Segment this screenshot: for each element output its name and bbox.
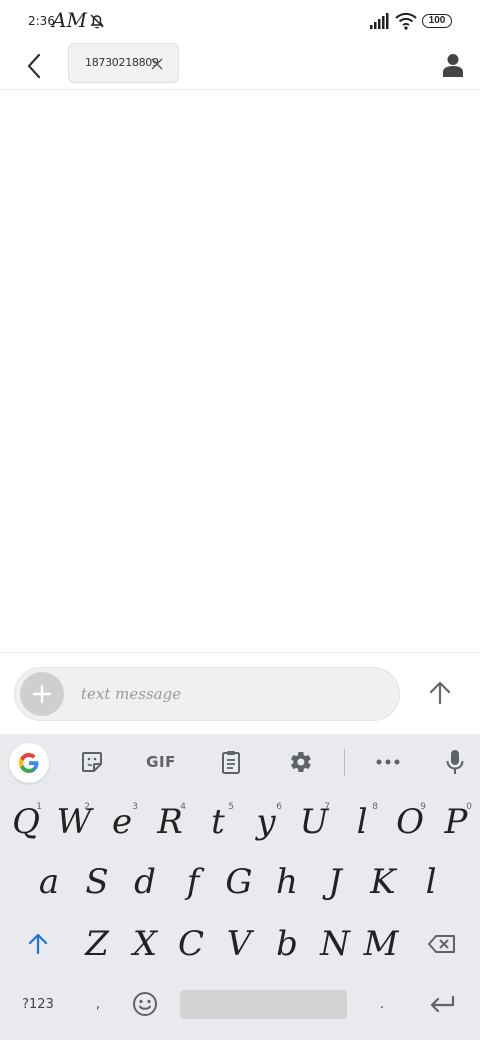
shift-arrow-icon — [28, 933, 48, 955]
key-x[interactable]: X — [122, 916, 168, 972]
google-button[interactable] — [9, 743, 49, 783]
clipboard-button[interactable] — [211, 744, 251, 780]
key-hint: 0 — [466, 802, 472, 812]
key-w[interactable]: W2 — [52, 794, 96, 850]
key-k[interactable]: K — [360, 854, 406, 910]
plus-icon — [32, 684, 52, 704]
key-o[interactable]: O9 — [388, 794, 432, 850]
status-time: 2:36 — [28, 14, 55, 28]
enter-key[interactable] — [420, 982, 464, 1026]
key-label: l — [356, 802, 368, 842]
key-hint: 6 — [276, 802, 282, 812]
key-p[interactable]: P0 — [434, 794, 478, 850]
key-y[interactable]: y6 — [244, 794, 288, 850]
key-n[interactable]: N — [312, 916, 358, 972]
keyboard-toolbar: GIF — [0, 734, 480, 790]
arrow-up-icon — [429, 681, 451, 705]
key-e[interactable]: e3 — [100, 794, 144, 850]
key-j[interactable]: J — [312, 854, 358, 910]
key-m[interactable]: M — [358, 916, 404, 972]
remove-recipient-button[interactable] — [147, 54, 167, 74]
key-s[interactable]: S — [74, 854, 120, 910]
sticker-icon — [82, 752, 102, 772]
message-input[interactable] — [81, 681, 381, 707]
message-input-container — [14, 667, 400, 721]
key-l[interactable]: l — [408, 854, 454, 910]
close-icon — [151, 58, 163, 70]
enter-icon — [430, 995, 455, 1013]
key-hint: 2 — [84, 802, 90, 812]
emoji-key[interactable] — [124, 982, 166, 1026]
sticker-button[interactable] — [72, 744, 112, 780]
key-u[interactable]: U7 — [292, 794, 336, 850]
microphone-icon — [446, 750, 464, 774]
key-label: t — [211, 802, 225, 842]
toolbar-divider — [344, 749, 345, 776]
emoji-icon — [133, 992, 157, 1016]
keyboard: GIF Q 1 W 2 e 3 R 4 t 5 y 6 U 7 l 8 O 9 … — [0, 734, 480, 1040]
person-icon — [443, 54, 463, 77]
key-q[interactable]: Q1 — [4, 794, 48, 850]
google-g-icon — [19, 753, 39, 773]
status-ampm: AM — [52, 8, 87, 32]
key-g[interactable]: G — [216, 854, 262, 910]
battery-indicator: 100 — [422, 14, 452, 28]
more-button[interactable] — [368, 744, 408, 780]
key-z[interactable]: Z — [74, 916, 120, 972]
more-horizontal-icon — [376, 759, 400, 765]
key-label: y — [256, 802, 276, 842]
contact-button[interactable] — [438, 48, 468, 82]
key-hint: 3 — [132, 802, 138, 812]
key-c[interactable]: C — [168, 916, 214, 972]
key-r[interactable]: R4 — [148, 794, 192, 850]
backspace-key[interactable] — [418, 916, 466, 972]
settings-button[interactable] — [281, 744, 321, 780]
notifications-off-icon — [90, 14, 104, 29]
recipient-chip[interactable]: 18730218809 — [68, 43, 179, 83]
shift-key[interactable] — [14, 916, 62, 972]
comma-key[interactable]: , — [78, 982, 118, 1026]
key-hint: 8 — [372, 802, 378, 812]
chevron-left-icon — [27, 53, 41, 79]
key-hint: 5 — [228, 802, 234, 812]
key-d[interactable]: d — [122, 854, 168, 910]
key-hint: 4 — [180, 802, 186, 812]
key-i[interactable]: l8 — [340, 794, 384, 850]
key-f[interactable]: f — [170, 854, 216, 910]
message-list — [0, 91, 480, 652]
gear-icon — [291, 752, 311, 772]
key-label: e — [111, 802, 133, 842]
key-b[interactable]: b — [264, 916, 310, 972]
voice-input-button[interactable] — [435, 744, 475, 780]
attach-button[interactable] — [20, 672, 64, 716]
signal-icon — [370, 13, 389, 29]
key-t[interactable]: t5 — [196, 794, 240, 850]
key-label: P — [444, 802, 468, 842]
gif-label: GIF — [146, 753, 176, 771]
symbols-key[interactable]: ?123 — [14, 982, 62, 1026]
wifi-icon — [395, 12, 417, 30]
key-label: R — [157, 802, 183, 842]
send-button[interactable] — [422, 675, 458, 711]
status-bar: 2:36 AM 100 — [0, 0, 480, 42]
key-hint: 1 — [36, 802, 42, 812]
back-button[interactable] — [18, 48, 50, 84]
gif-button[interactable]: GIF — [141, 744, 181, 780]
key-hint: 9 — [420, 802, 426, 812]
space-bar[interactable] — [180, 990, 347, 1019]
key-a[interactable]: a — [26, 854, 72, 910]
key-h[interactable]: h — [264, 854, 310, 910]
composer-bar — [0, 652, 480, 734]
backspace-icon — [428, 935, 455, 953]
conversation-header: 18730218809 — [0, 42, 480, 90]
clipboard-icon — [222, 751, 240, 774]
key-hint: 7 — [324, 802, 330, 812]
period-key[interactable]: . — [362, 982, 402, 1026]
key-v[interactable]: V — [216, 916, 262, 972]
